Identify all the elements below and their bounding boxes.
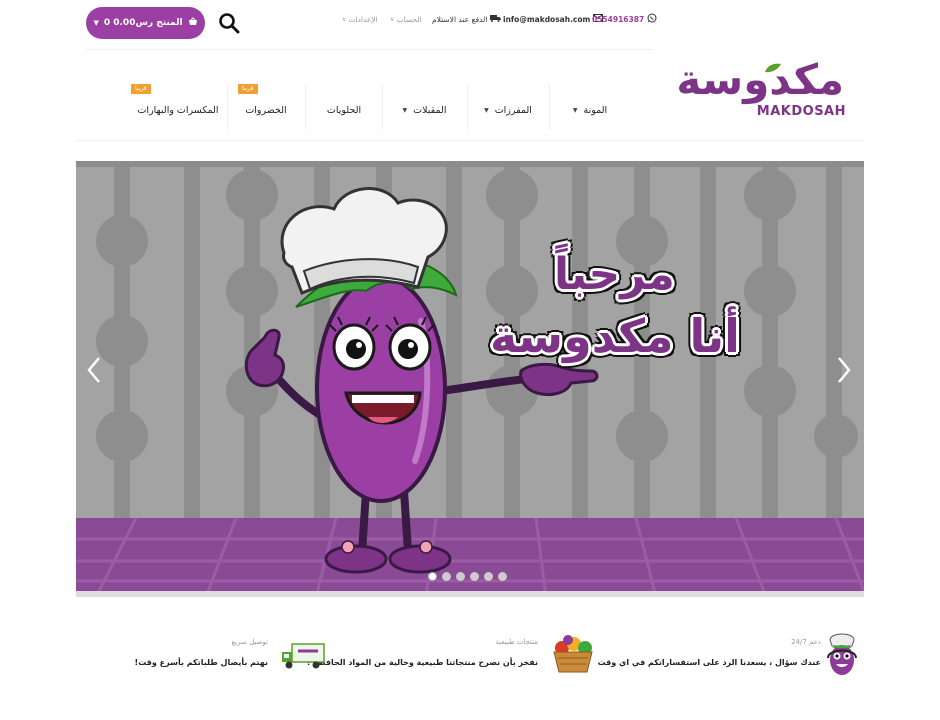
slider-dot[interactable] bbox=[456, 572, 465, 581]
settings-dropdown[interactable]: ∨ الإعدادات bbox=[342, 10, 378, 28]
support-mascot-icon bbox=[827, 633, 857, 675]
caret-down-icon: ▼ bbox=[484, 106, 489, 114]
chevron-down-icon: ∨ bbox=[390, 15, 395, 23]
caret-down-icon: ▼ bbox=[402, 106, 408, 114]
slider-greeting-line1: مرحباً bbox=[554, 249, 675, 300]
email-label: info@makdosah.com bbox=[503, 14, 591, 24]
top-divider bbox=[86, 49, 654, 50]
nav-separator bbox=[227, 84, 228, 130]
coming-soon-badge: قريبا bbox=[238, 84, 258, 94]
slider-pagination bbox=[428, 572, 507, 581]
nav-separator bbox=[305, 84, 306, 130]
cod-label: الدفع عند الاستلام bbox=[432, 14, 488, 24]
nav-label: المفرزات bbox=[494, 104, 532, 116]
nav-separator bbox=[549, 84, 550, 130]
nav-item-mouna[interactable]: المونة ▼ bbox=[550, 82, 630, 138]
nav-label: المكسرات والبهارات bbox=[137, 104, 219, 116]
caret-down-icon: ▼ bbox=[572, 106, 578, 114]
slide-illustration bbox=[76, 161, 864, 597]
slider-next-arrow[interactable] bbox=[836, 356, 852, 392]
account-label: الحساب bbox=[396, 14, 422, 24]
nav-label: المونة bbox=[583, 104, 608, 116]
slider-greeting-line2: أنا مكدوسة bbox=[490, 309, 740, 363]
settings-label: الإعدادات bbox=[348, 14, 378, 24]
feature-desc: نفخر بأن نصرح منتجاتنا طبيعية وخالية من … bbox=[306, 658, 538, 667]
slider-dot[interactable] bbox=[442, 572, 451, 581]
nav-label: الخضروات bbox=[245, 104, 287, 116]
feature-title: منتجات طبيعية bbox=[495, 638, 538, 646]
logo-latin: MAKDOSAH bbox=[756, 104, 846, 119]
chevron-down-icon: ∨ bbox=[342, 15, 347, 23]
slider-dot[interactable] bbox=[470, 572, 479, 581]
nav-item-muqabilat[interactable]: المقبلات ▼ bbox=[383, 82, 466, 138]
email-link[interactable]: info@makdosah.com bbox=[503, 10, 604, 28]
feature-delivery: توصيل سريع نهتم بأيصال طلباتكم بأسرع وقت… bbox=[135, 628, 330, 684]
slider-dot[interactable] bbox=[484, 572, 493, 581]
feature-title: دعم 24/7 bbox=[791, 638, 821, 646]
hero-slider[interactable]: مرحباً أنا مكدوسة bbox=[76, 161, 864, 597]
cash-on-delivery: الدفع عند الاستلام bbox=[432, 10, 502, 28]
vegetable-basket-icon bbox=[553, 635, 593, 673]
basket-icon bbox=[188, 17, 198, 29]
site-logo[interactable]: مكدوسة MAKDOSAH bbox=[676, 52, 848, 126]
truck-icon bbox=[490, 14, 502, 25]
cart-label: 0 المنتج رس0.00 bbox=[103, 18, 183, 28]
slider-dot[interactable] bbox=[498, 572, 507, 581]
feature-desc: نهتم بأيصال طلباتكم بأسرع وقت! bbox=[134, 658, 268, 667]
feature-title: توصيل سريع bbox=[231, 638, 268, 646]
feature-natural: منتجات طبيعية نفخر بأن نصرح منتجاتنا طبي… bbox=[307, 628, 610, 684]
nav-item-mufrazat[interactable]: المفرزات ▼ bbox=[468, 82, 548, 138]
nav-separator bbox=[467, 84, 468, 130]
feature-support: دعم 24/7 عندك سؤال ، يسعدنا الرد على است… bbox=[598, 628, 865, 684]
chevron-down-icon: ▼ bbox=[93, 19, 99, 27]
leaf-icon bbox=[765, 63, 781, 73]
nav-item-halawiyat[interactable]: الحلويات bbox=[306, 82, 382, 138]
cart-button[interactable]: ▼ 0 المنتج رس0.00 bbox=[86, 7, 205, 39]
phone-label: 0554916387 bbox=[592, 14, 645, 24]
delivery-truck-icon bbox=[282, 643, 325, 669]
phone-link[interactable]: 0554916387 bbox=[592, 10, 657, 28]
account-dropdown[interactable]: ∨ الحساب bbox=[390, 10, 422, 28]
nav-label: المقبلات bbox=[413, 104, 447, 116]
nav-label: الحلويات bbox=[326, 104, 362, 116]
slider-prev-arrow[interactable] bbox=[86, 356, 102, 392]
slider-dot[interactable] bbox=[428, 572, 437, 581]
nav-divider bbox=[76, 140, 864, 141]
nav-separator bbox=[382, 84, 383, 130]
logo-arabic: مكدوسة bbox=[676, 55, 844, 104]
search-icon[interactable] bbox=[218, 12, 240, 34]
coming-soon-badge: قريبا bbox=[131, 84, 151, 94]
feature-desc: عندك سؤال ، يسعدنا الرد على استفساراتكم … bbox=[597, 658, 821, 667]
whatsapp-icon bbox=[647, 13, 657, 26]
